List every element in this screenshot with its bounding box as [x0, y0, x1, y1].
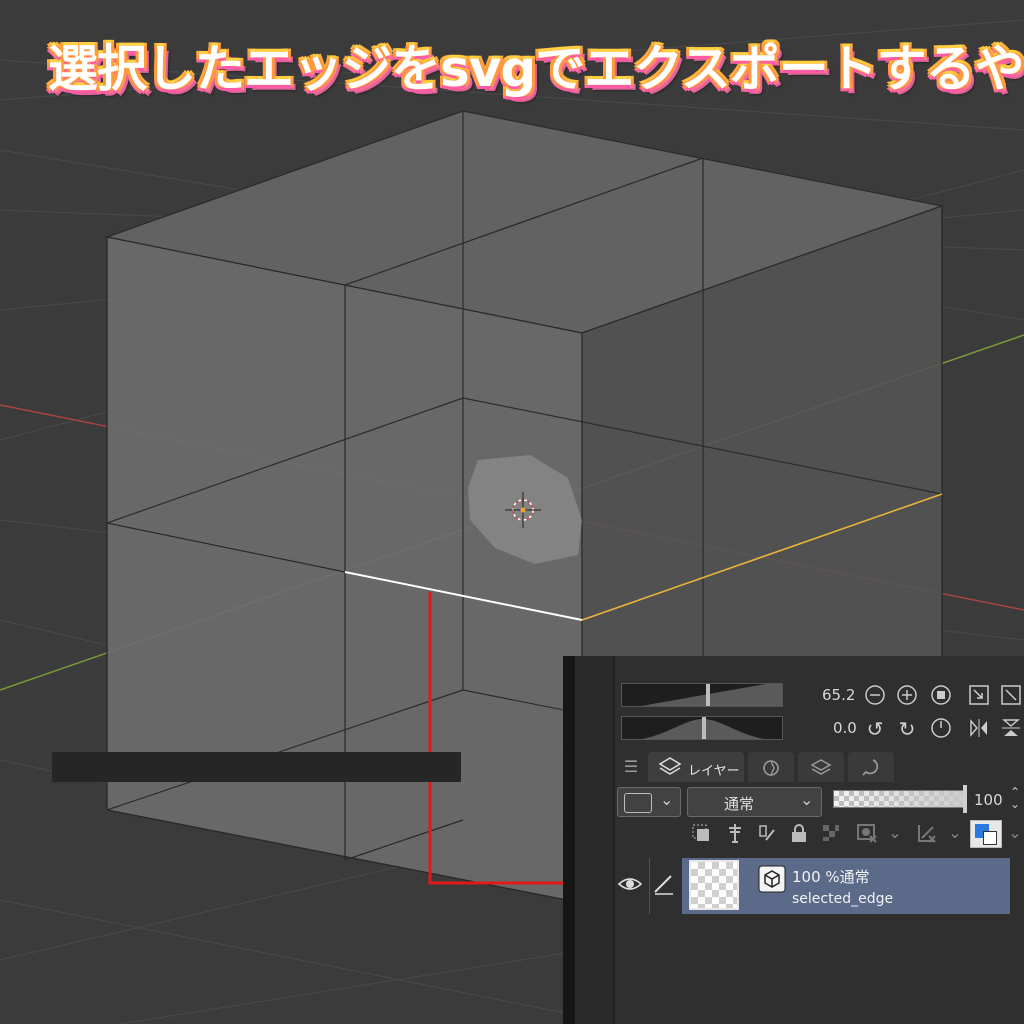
opacity-slider-knob[interactable] [963, 785, 967, 813]
tab-layer-label: レイヤー [688, 764, 740, 779]
chevron-down-icon: ⌄ [660, 790, 674, 809]
tab-search[interactable] [848, 752, 894, 782]
vector-layer-icon [758, 865, 786, 893]
mask-icon[interactable] [856, 822, 878, 844]
blend-mode-dropdown[interactable]: 通常 ⌄ [687, 787, 822, 817]
chevron-down-icon[interactable]: ⌄ [1004, 822, 1024, 844]
layer-name-text: selected_edge [792, 891, 894, 907]
rotate-right-icon[interactable]: ↻ [896, 718, 918, 740]
tab-navigator[interactable] [748, 752, 794, 782]
zoom-out-icon[interactable] [864, 684, 886, 706]
layer-color-swatch [624, 793, 652, 813]
search-layer-icon [862, 759, 879, 776]
draft-layer-icon[interactable] [756, 822, 778, 844]
flip-horizontal-icon[interactable] [968, 717, 990, 739]
rotate-left-icon[interactable]: ↺ [864, 718, 886, 740]
layer-visibility-eye-icon[interactable] [617, 872, 643, 896]
rotation-slider[interactable] [621, 716, 783, 740]
navigator-icon [763, 760, 779, 776]
ruler-icon[interactable] [916, 822, 938, 844]
opacity-slider[interactable] [833, 790, 965, 808]
layer-color-button[interactable] [970, 820, 1002, 848]
layer-color-sub-swatch [983, 831, 997, 845]
brush-size-knob[interactable] [706, 684, 710, 706]
opacity-value: 100 [974, 791, 1003, 809]
rotation-value: 0.0 [833, 719, 857, 737]
zoom-in-icon[interactable] [896, 684, 918, 706]
fit-view-icon[interactable] [930, 684, 952, 706]
layer-edit-pen-icon[interactable] [651, 872, 677, 896]
rotation-knob[interactable] [702, 717, 706, 739]
expand-icon[interactable] [1000, 684, 1022, 706]
lock-transparency-icon[interactable] [820, 822, 842, 844]
brush-size-slider[interactable] [621, 683, 783, 707]
chevron-down-icon[interactable]: ⌄ [884, 822, 906, 844]
opacity-stepper-icon[interactable]: ⌃ ⌄ [1010, 786, 1020, 810]
layer-row-divider [649, 858, 650, 914]
reset-rotation-icon[interactable] [930, 717, 952, 739]
flip-vertical-icon[interactable] [1000, 717, 1022, 739]
layers-icon [658, 757, 682, 775]
reference-layer-icon[interactable] [724, 822, 746, 844]
tab-layer-property[interactable] [798, 752, 844, 782]
lock-icon[interactable] [788, 822, 810, 844]
brush-size-value: 65.2 [822, 686, 856, 704]
fit-window-icon[interactable] [968, 684, 990, 706]
panel-menu-icon[interactable]: ☰ [620, 756, 642, 778]
layer-thumbnail [689, 860, 739, 910]
clip-to-layer-icon[interactable] [690, 822, 712, 844]
layer-property-icon [810, 759, 832, 775]
blend-mode-value: 通常 [724, 795, 755, 813]
page-title: 選択したエッジをsvgでエクスポートするやつ [48, 40, 1024, 98]
chevron-down-icon[interactable]: ⌄ [944, 822, 966, 844]
chevron-down-icon: ⌄ [800, 790, 814, 809]
tab-layer[interactable]: レイヤー [648, 752, 744, 782]
layer-color-dropdown[interactable]: ⌄ [617, 787, 681, 817]
layer-opacity-blend-text: 100 %通常 [792, 868, 870, 886]
panel-tab-bar [52, 752, 461, 782]
